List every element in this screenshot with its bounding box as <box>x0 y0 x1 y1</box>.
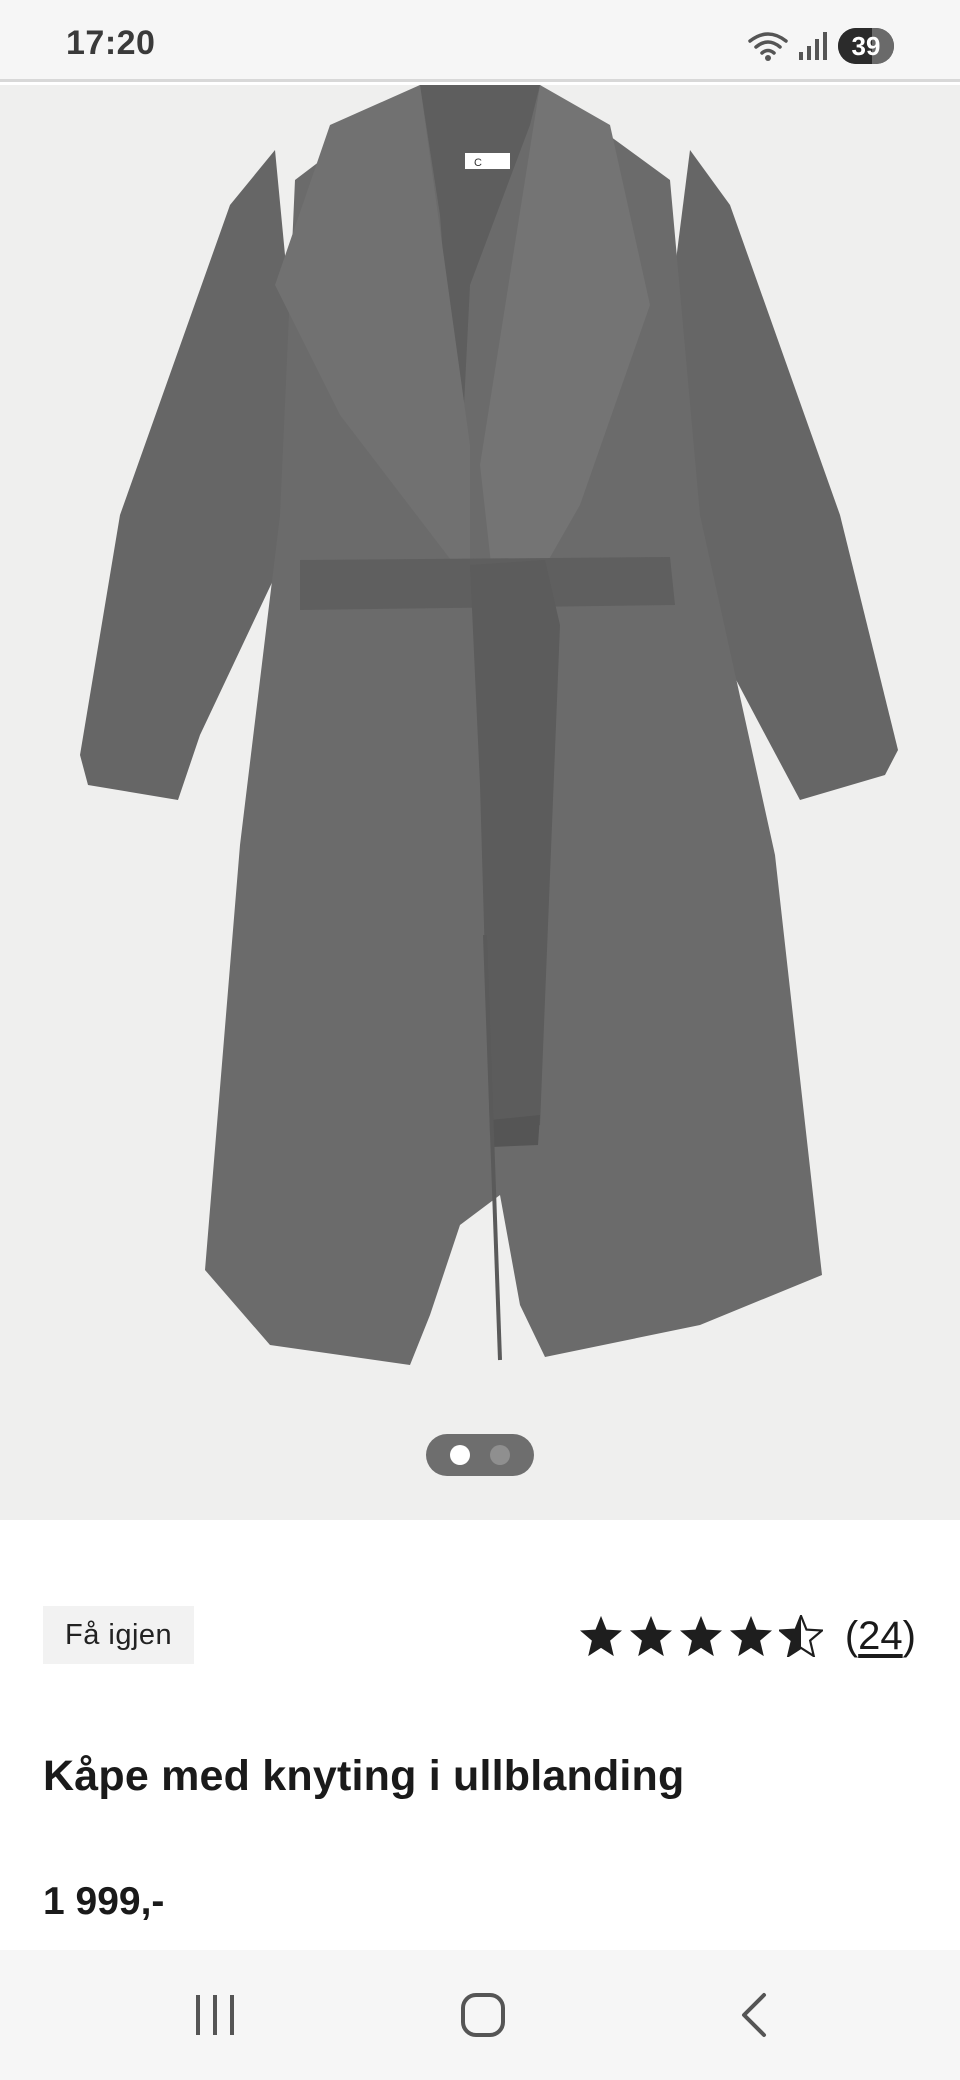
carousel-dot-2[interactable] <box>490 1445 510 1465</box>
svg-text:C: C <box>474 157 482 169</box>
product-rating[interactable]: (24) <box>579 1606 916 1666</box>
star-icon <box>579 1615 622 1657</box>
carousel-pagination[interactable] <box>426 1434 534 1476</box>
system-navigation-bar <box>0 1950 960 2080</box>
signal-icon <box>799 32 827 60</box>
wifi-icon <box>748 32 788 61</box>
home-icon <box>461 1993 505 2037</box>
product-title: Kåpe med knyting i ullblanding <box>43 1752 685 1800</box>
status-time: 17:20 <box>66 24 156 62</box>
status-icons: 39 <box>748 26 894 66</box>
status-bar: 17:20 39 <box>0 0 960 82</box>
product-price: 1 999,- <box>43 1880 165 1923</box>
rating-stars <box>579 1615 823 1657</box>
star-icon <box>729 1615 772 1657</box>
recent-apps-button[interactable] <box>170 1980 260 2050</box>
star-icon <box>679 1615 722 1657</box>
battery-level: 39 <box>851 30 881 61</box>
review-count[interactable]: 24 <box>858 1614 903 1658</box>
review-count-link[interactable]: (24) <box>845 1614 916 1659</box>
back-button[interactable] <box>708 1980 798 2050</box>
battery-icon: 39 <box>838 28 894 64</box>
star-icon <box>629 1615 672 1657</box>
back-icon <box>742 1993 766 2037</box>
home-button[interactable] <box>438 1980 528 2050</box>
half-star-icon <box>778 1615 823 1657</box>
carousel-dot-1[interactable] <box>450 1445 470 1465</box>
product-image-carousel[interactable]: C <box>0 85 960 1520</box>
recent-apps-icon <box>196 1995 234 2035</box>
grey-wool-wrap-coat-image[interactable]: C <box>0 85 960 1520</box>
get-back-badge: Få igjen <box>43 1606 195 1664</box>
